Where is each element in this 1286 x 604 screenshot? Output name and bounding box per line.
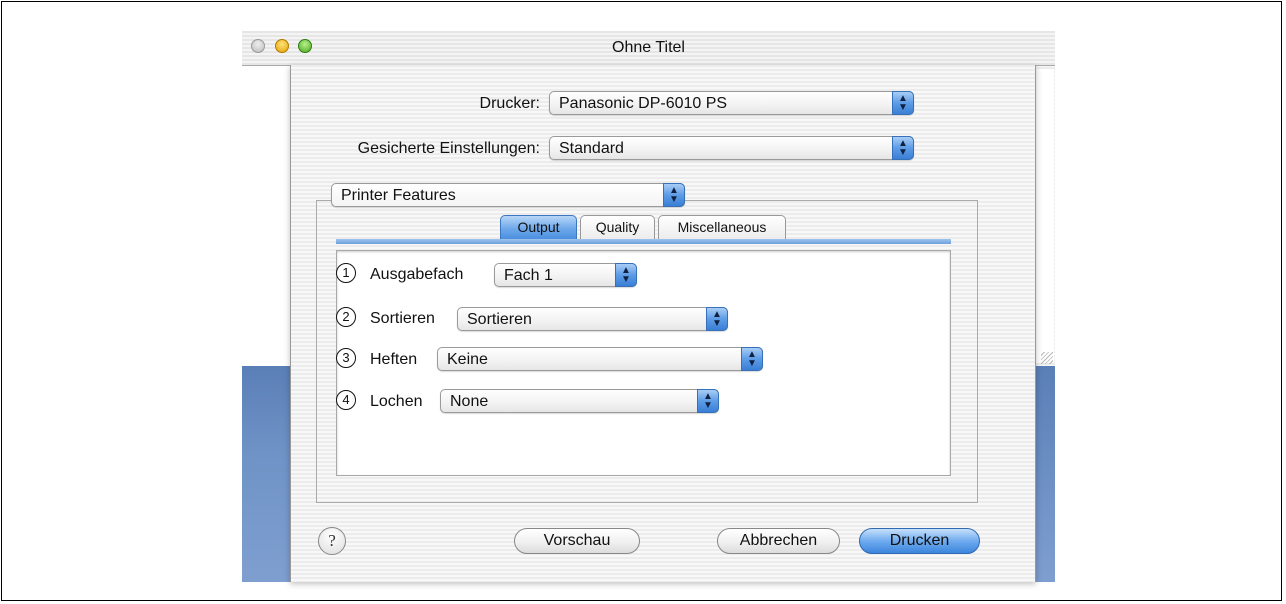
panel-selector-popup[interactable]: Printer Features ▲ ▼ — [331, 183, 685, 207]
output-tray-value: Fach 1 — [504, 267, 553, 284]
cancel-button[interactable]: Abbrechen — [717, 528, 840, 554]
up-down-arrows-icon: ▲ ▼ — [615, 263, 637, 287]
up-down-arrows-icon: ▲ ▼ — [697, 389, 719, 413]
tab-output[interactable]: Output — [500, 215, 577, 239]
up-down-arrows-icon: ▲ ▼ — [741, 347, 763, 371]
printer-popup[interactable]: Panasonic DP-6010 PS ▲ ▼ — [549, 91, 914, 115]
window-title: Ohne Titel — [612, 39, 685, 56]
resize-grip-icon[interactable] — [1041, 352, 1053, 364]
tab-underline — [336, 239, 951, 244]
printer-label: Drucker: — [479, 95, 540, 112]
tab-miscellaneous[interactable]: Miscellaneous — [658, 215, 786, 239]
output-tray-popup[interactable]: Fach 1 ▲ ▼ — [494, 263, 637, 287]
up-down-arrows-icon: ▲ ▼ — [663, 183, 685, 207]
print-button[interactable]: Drucken — [859, 528, 980, 554]
callout-marker: 2 — [336, 307, 356, 327]
output-tray-label: Ausgabefach — [370, 266, 464, 283]
presets-label: Gesicherte Einstellungen: — [357, 140, 540, 157]
preview-button[interactable]: Vorschau — [514, 528, 640, 554]
up-down-arrows-icon: ▲ ▼ — [706, 307, 728, 331]
panel-selector-value: Printer Features — [341, 187, 456, 204]
presets-popup[interactable]: Standard ▲ ▼ — [549, 136, 914, 160]
staple-popup[interactable]: Keine ▲ ▼ — [437, 347, 763, 371]
up-down-arrows-icon: ▲ ▼ — [892, 91, 914, 115]
callout-marker: 1 — [336, 263, 356, 283]
callout-marker: 4 — [336, 390, 356, 410]
punch-label: Lochen — [370, 393, 423, 410]
staple-label: Heften — [370, 351, 418, 368]
window-titlebar[interactable]: Ohne Titel — [242, 31, 1055, 66]
staple-value: Keine — [447, 351, 488, 368]
punch-value: None — [450, 393, 489, 410]
collate-popup[interactable]: Sortieren ▲ ▼ — [457, 307, 728, 331]
up-down-arrows-icon: ▲ ▼ — [892, 136, 914, 160]
desktop-wallpaper-left — [242, 366, 290, 582]
collate-label: Sortieren — [370, 310, 435, 327]
callout-marker: 3 — [336, 348, 356, 368]
collate-value: Sortieren — [467, 311, 532, 328]
printer-popup-value: Panasonic DP-6010 PS — [559, 95, 728, 112]
help-button[interactable]: ? — [318, 527, 346, 555]
presets-popup-value: Standard — [559, 140, 624, 157]
tab-quality[interactable]: Quality — [580, 215, 655, 239]
punch-popup[interactable]: None ▲ ▼ — [440, 389, 719, 413]
